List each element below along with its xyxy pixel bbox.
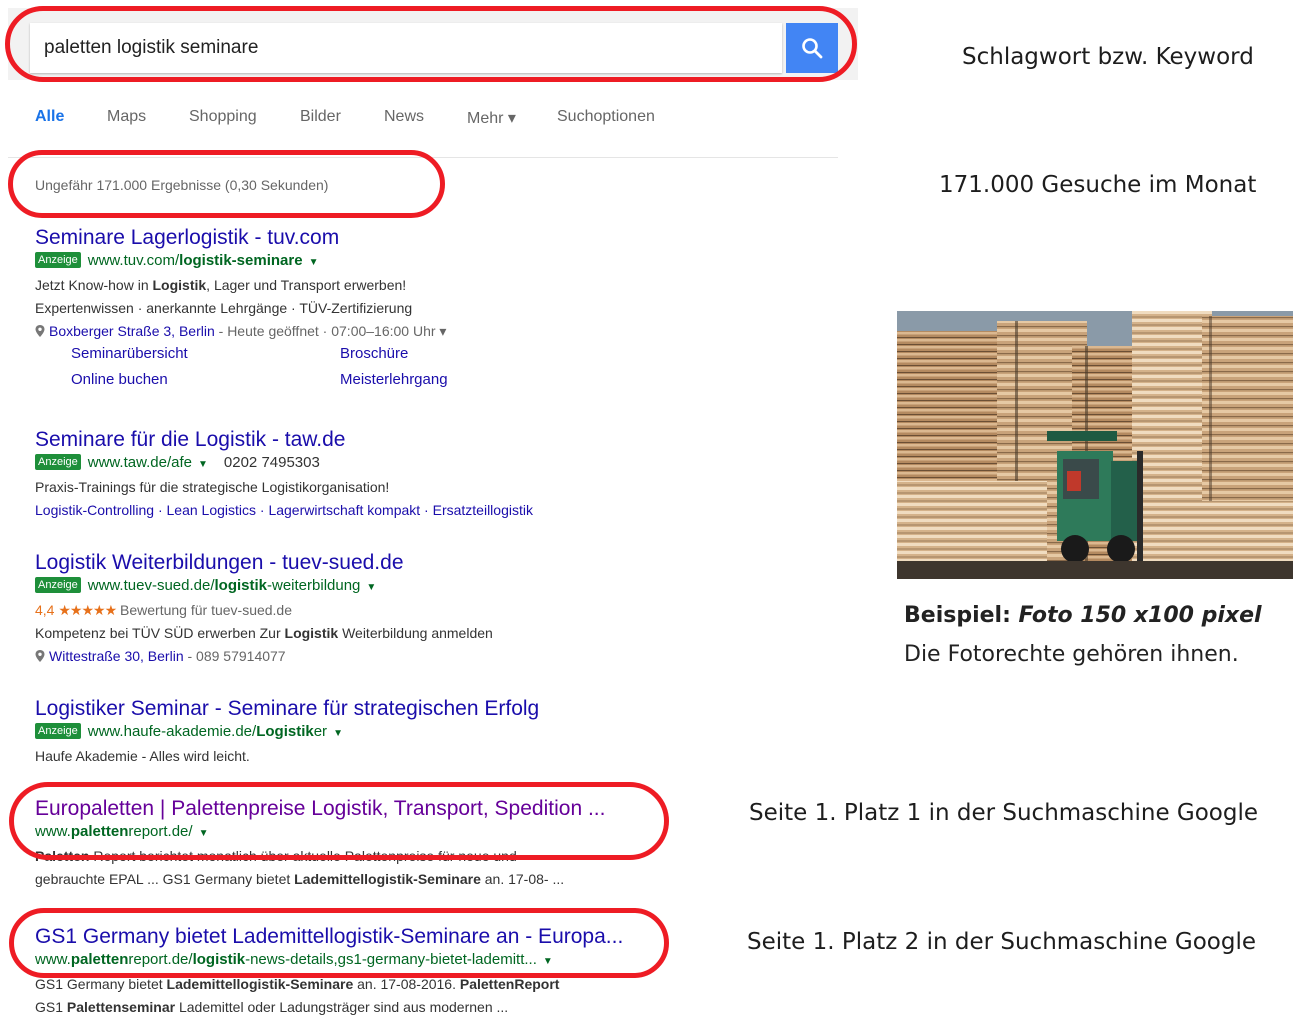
- result-snippet: Kompetenz bei TÜV SÜD erwerben Zur Logis…: [35, 625, 493, 641]
- ad-badge: Anzeige: [35, 723, 81, 739]
- sitelink-seminaruebersicht[interactable]: Seminarübersicht: [71, 345, 188, 362]
- highlight-oval-rank2: [9, 908, 669, 978]
- photo-caption: Beispiel: Foto 150 x100 pixel: [904, 603, 1262, 628]
- result-sublinks[interactable]: Logistik-Controlling · Lean Logistics · …: [35, 502, 533, 518]
- tab-bilder[interactable]: Bilder: [300, 108, 341, 126]
- result-ad-1: Seminare Lagerlogistik - tuv.com Anzeige…: [35, 226, 715, 395]
- phone-number: 0202 7495303: [223, 454, 320, 471]
- result-url: Anzeige www.tuv.com/logistik-seminare ▼: [35, 250, 715, 274]
- result-snippet: gebrauchte EPAL ... GS1 Germany bietet L…: [35, 871, 565, 887]
- result-url: Anzeige www.taw.de/afe ▼ 0202 7495303: [35, 452, 715, 476]
- sitelink-online-buchen[interactable]: Online buchen: [71, 371, 168, 388]
- result-snippet: Jetzt Know-how in Logistik, Lager und Tr…: [35, 277, 407, 293]
- ad-badge: Anzeige: [35, 252, 81, 268]
- sitelink-meisterlehrgang[interactable]: Meisterlehrgang: [340, 371, 448, 388]
- result-snippet: Expertenwissen · anerkannte Lehrgänge · …: [35, 300, 413, 316]
- result-title[interactable]: Seminare Lagerlogistik - tuv.com: [35, 226, 715, 250]
- result-ad-4: Logistiker Seminar - Seminare für strate…: [35, 697, 715, 768]
- tab-shopping[interactable]: Shopping: [189, 108, 257, 126]
- pallets-photo: [897, 311, 1293, 579]
- ad-badge: Anzeige: [35, 454, 81, 470]
- location-pin-icon: [35, 325, 45, 337]
- sitelinks: Seminarübersicht Broschüre Online buchen…: [35, 343, 715, 395]
- tab-suchoptionen[interactable]: Suchoptionen: [557, 108, 655, 126]
- note-rank2: Seite 1. Platz 2 in der Suchmaschine Goo…: [747, 929, 1257, 955]
- result-url: Anzeige www.tuev-sued.de/logistik-weiterb…: [35, 575, 715, 599]
- tab-news[interactable]: News: [384, 108, 424, 126]
- result-url: Anzeige www.haufe-akademie.de/Logistiker ▼: [35, 721, 715, 745]
- caret-down-icon[interactable]: ▼: [366, 582, 376, 593]
- result-snippet: Haufe Akademie - Alles wird leicht.: [35, 748, 250, 764]
- result-location: Wittestraße 30, Berlin - 089 57914077: [35, 645, 715, 668]
- photo-rights-note: Die Fotorechte gehören ihnen.: [904, 642, 1239, 667]
- caret-down-icon[interactable]: ▼: [198, 459, 208, 470]
- note-keyword: Schlagwort bzw. Keyword: [962, 44, 1254, 70]
- highlight-oval-rank1: [9, 782, 669, 860]
- result-title[interactable]: Seminare für die Logistik - taw.de: [35, 428, 715, 452]
- result-title[interactable]: Logistik Weiterbildungen - tuev-sued.de: [35, 551, 715, 575]
- tab-maps[interactable]: Maps: [107, 108, 146, 126]
- result-snippet: GS1 Palettenseminar Lademittel oder Ladu…: [35, 999, 509, 1015]
- tab-mehr[interactable]: Mehr ▾: [467, 108, 516, 128]
- result-snippet: Praxis-Trainings für die strategische Lo…: [35, 479, 390, 495]
- note-searches: 171.000 Gesuche im Monat: [939, 172, 1257, 198]
- address-link[interactable]: Boxberger Straße 3, Berlin: [49, 323, 215, 339]
- pallets-image: [897, 311, 1293, 579]
- caret-down-icon[interactable]: ▼: [309, 257, 319, 268]
- sitelink-broschuere[interactable]: Broschüre: [340, 345, 408, 362]
- result-ad-3: Logistik Weiterbildungen - tuev-sued.de …: [35, 551, 715, 668]
- result-ad-2: Seminare für die Logistik - taw.de Anzei…: [35, 428, 715, 522]
- address-link[interactable]: Wittestraße 30, Berlin: [49, 648, 184, 664]
- highlight-oval-stats: [8, 150, 445, 218]
- result-rating: 4,4 ★★★★★ Bewertung für tuev-sued.de: [35, 602, 293, 618]
- note-rank1: Seite 1. Platz 1 in der Suchmaschine Goo…: [749, 800, 1259, 826]
- result-location: Boxberger Straße 3, Berlin - Heute geöff…: [35, 320, 715, 343]
- caret-down-icon[interactable]: ▼: [333, 728, 343, 739]
- tab-alle[interactable]: Alle: [35, 108, 64, 126]
- rating-stars-icon: ★★★★★: [58, 602, 117, 618]
- result-title[interactable]: Logistiker Seminar - Seminare für strate…: [35, 697, 715, 721]
- ad-badge: Anzeige: [35, 577, 81, 593]
- highlight-oval-search: [5, 6, 857, 82]
- location-pin-icon: [35, 650, 45, 662]
